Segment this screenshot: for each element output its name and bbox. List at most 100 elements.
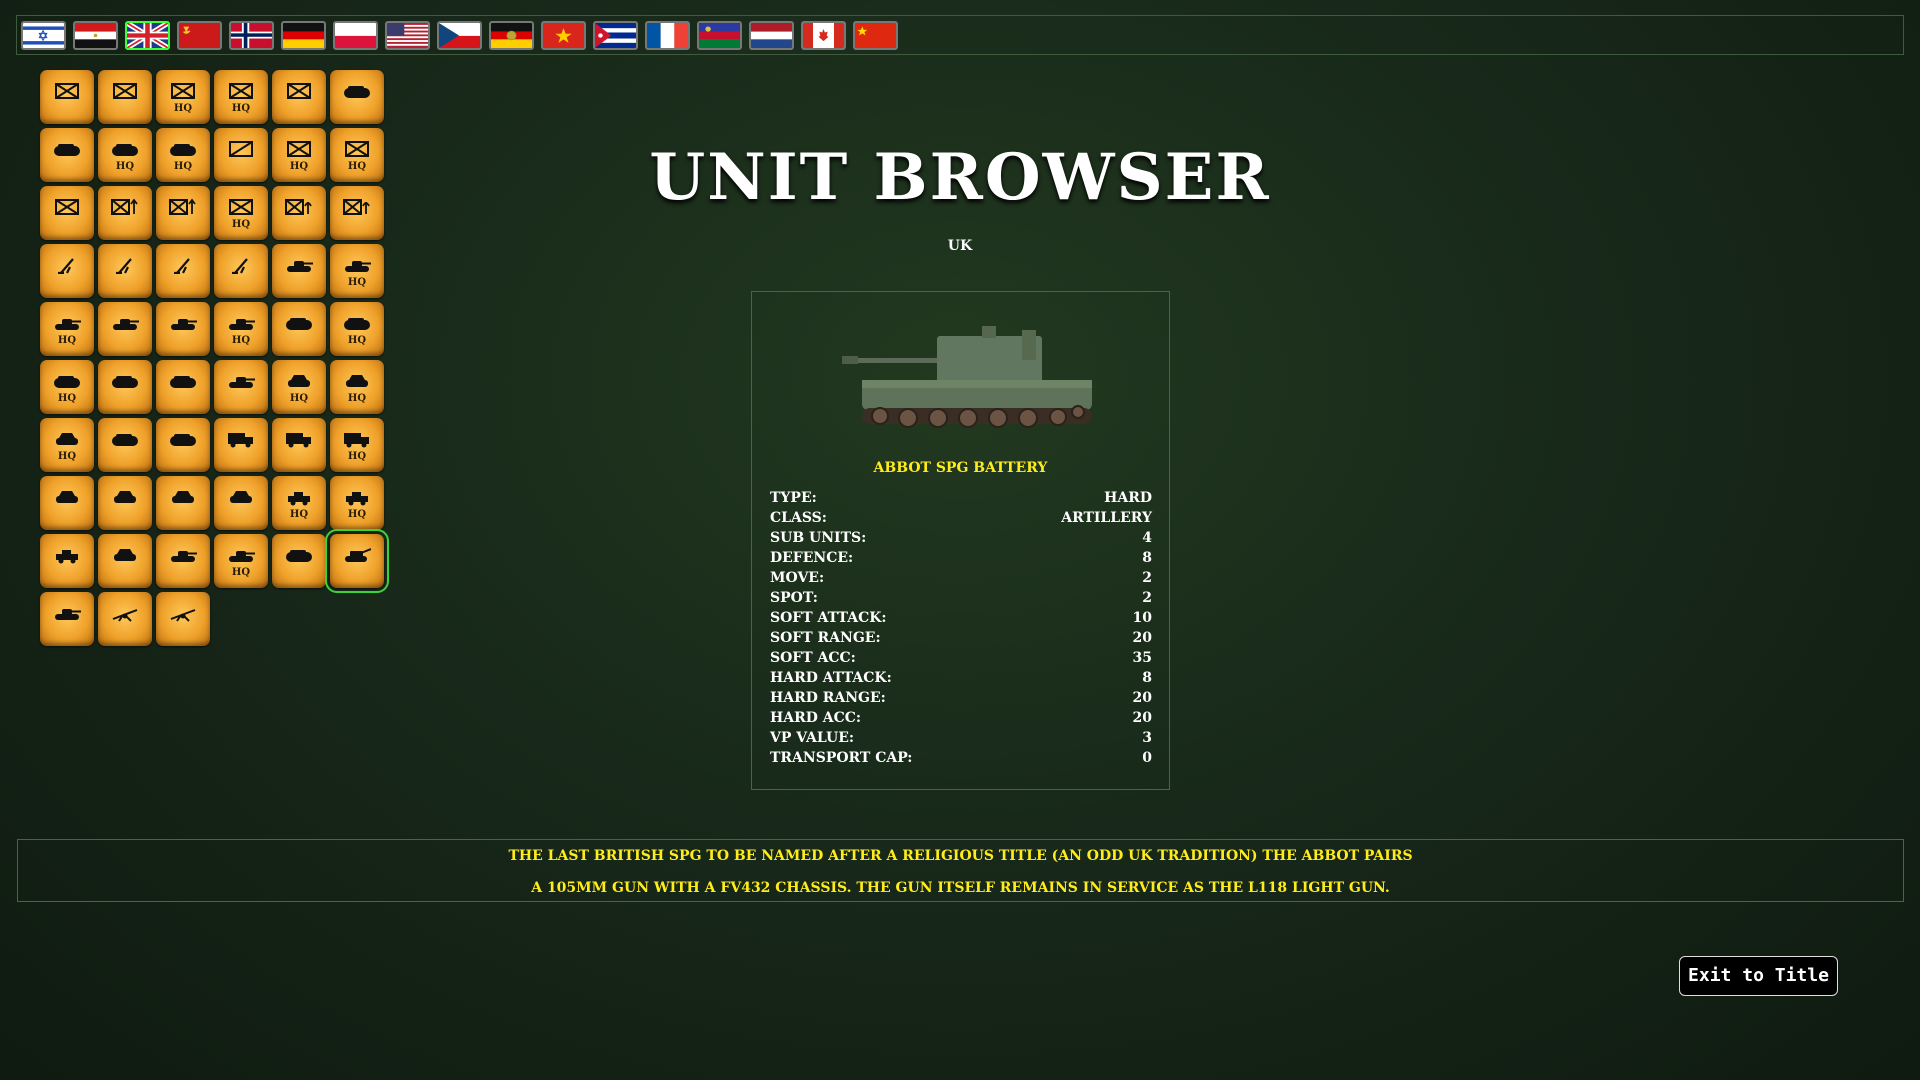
flag-usa-button[interactable] (385, 21, 430, 50)
unit-tile[interactable] (98, 476, 152, 530)
flag-china-button[interactable] (853, 21, 898, 50)
unit-tile[interactable] (40, 534, 94, 588)
unit-tile[interactable]: HQ (156, 70, 210, 124)
flag-afghanistan-button[interactable] (697, 21, 742, 50)
stat-value: 3 (1142, 730, 1152, 746)
unit-tile[interactable] (272, 186, 326, 240)
unit-tile[interactable] (272, 302, 326, 356)
flag-ussr-button[interactable] (177, 21, 222, 50)
infantry-aa-icon (285, 199, 312, 215)
unit-tile[interactable] (156, 476, 210, 530)
unit-tile[interactable]: HQ (272, 360, 326, 414)
flag-cuba-button[interactable] (593, 21, 638, 50)
unit-tile[interactable]: HQ (40, 418, 94, 472)
unit-tile[interactable] (214, 418, 268, 472)
unit-tile[interactable] (214, 360, 268, 414)
unit-tile[interactable]: HQ (40, 302, 94, 356)
infantry-icon (55, 83, 79, 99)
unit-tile[interactable] (156, 592, 210, 646)
flag-netherlands-button[interactable] (749, 21, 794, 50)
stat-value: 10 (1132, 610, 1152, 626)
flag-vietnam-button[interactable] (541, 21, 586, 50)
apc-icon (112, 144, 138, 156)
flag-france-button[interactable] (645, 21, 690, 50)
stat-value: 0 (1142, 750, 1152, 766)
flag-egypt-button[interactable] (73, 21, 118, 50)
unit-tile[interactable] (98, 592, 152, 646)
flag-poland-button[interactable] (333, 21, 378, 50)
unit-tile[interactable] (214, 244, 268, 298)
unit-tile[interactable] (272, 244, 326, 298)
flag-canada-button[interactable] (801, 21, 846, 50)
stat-row: TRANSPORT CAP: 0 (770, 748, 1152, 768)
unit-tile[interactable]: HQ (40, 360, 94, 414)
unit-tile[interactable] (214, 476, 268, 530)
nation-flag-bar (16, 15, 1904, 55)
unit-tile[interactable] (98, 70, 152, 124)
unit-tile[interactable]: HQ (330, 418, 384, 472)
unit-detail-panel: ABBOT SPG BATTERY TYPE: HARD CLASS: ARTILLE… (751, 291, 1170, 790)
infantry-icon (345, 141, 369, 157)
unit-tile[interactable] (98, 186, 152, 240)
unit-tile[interactable] (272, 418, 326, 472)
unit-tile[interactable]: HQ (214, 534, 268, 588)
unit-tile[interactable]: HQ (330, 360, 384, 414)
stat-label: SPOT: (770, 590, 818, 606)
hq-label: HQ (57, 451, 77, 462)
unit-tile[interactable] (156, 244, 210, 298)
unit-tile[interactable]: HQ (214, 302, 268, 356)
unit-tile[interactable]: HQ (330, 128, 384, 182)
unit-tile[interactable] (40, 592, 94, 646)
unit-tile[interactable] (214, 128, 268, 182)
unit-tile[interactable]: HQ (214, 70, 268, 124)
unit-tile[interactable] (40, 476, 94, 530)
unit-tile[interactable] (272, 70, 326, 124)
unit-tile[interactable] (98, 244, 152, 298)
unit-tile[interactable]: HQ (98, 128, 152, 182)
stat-row: TYPE: HARD (770, 488, 1152, 508)
unit-tile[interactable]: HQ (272, 128, 326, 182)
unit-tile[interactable]: HQ (330, 302, 384, 356)
scout-car-icon (114, 491, 136, 503)
stat-value: HARD (1104, 490, 1152, 506)
unit-tile[interactable] (325, 529, 389, 593)
flag-czechoslovakia-button[interactable] (437, 21, 482, 50)
flag-east-germany-button[interactable] (489, 21, 534, 50)
page-title: UNIT BROWSER (649, 140, 1271, 215)
unit-tile[interactable] (156, 186, 210, 240)
unit-tile[interactable] (156, 302, 210, 356)
unit-tile[interactable]: HQ (330, 244, 384, 298)
exit-to-title-button[interactable]: Exit to Title (1679, 956, 1838, 996)
unit-tile[interactable]: HQ (156, 128, 210, 182)
stat-value: 8 (1142, 550, 1152, 566)
unit-tile[interactable] (40, 70, 94, 124)
tank-icon (287, 261, 313, 272)
unit-tile[interactable] (40, 128, 94, 182)
unit-picture (842, 326, 1092, 428)
tank-icon (55, 319, 81, 330)
unit-tile[interactable] (40, 244, 94, 298)
unit-tile[interactable]: HQ (214, 186, 268, 240)
unit-tile[interactable] (98, 302, 152, 356)
flag-uk-button[interactable] (125, 21, 170, 50)
unit-tile[interactable] (98, 534, 152, 588)
stat-value: 4 (1142, 530, 1152, 546)
unit-tile[interactable] (98, 418, 152, 472)
unit-tile[interactable] (330, 186, 384, 240)
unit-tile[interactable]: HQ (272, 476, 326, 530)
stat-row: MOVE: 2 (770, 568, 1152, 588)
unit-tile[interactable] (156, 360, 210, 414)
unit-tile[interactable] (98, 360, 152, 414)
flag-israel-button[interactable] (21, 21, 66, 50)
unit-tile[interactable]: HQ (330, 476, 384, 530)
unit-tile[interactable] (40, 186, 94, 240)
flag-norway-button[interactable] (229, 21, 274, 50)
scout-car-icon (56, 433, 78, 445)
stat-row: HARD ATTACK: 8 (770, 668, 1152, 688)
unit-tile[interactable] (272, 534, 326, 588)
stat-label: SUB UNITS: (770, 530, 867, 546)
unit-tile[interactable] (156, 534, 210, 588)
unit-tile[interactable] (330, 70, 384, 124)
flag-west-germany-button[interactable] (281, 21, 326, 50)
unit-tile[interactable] (156, 418, 210, 472)
